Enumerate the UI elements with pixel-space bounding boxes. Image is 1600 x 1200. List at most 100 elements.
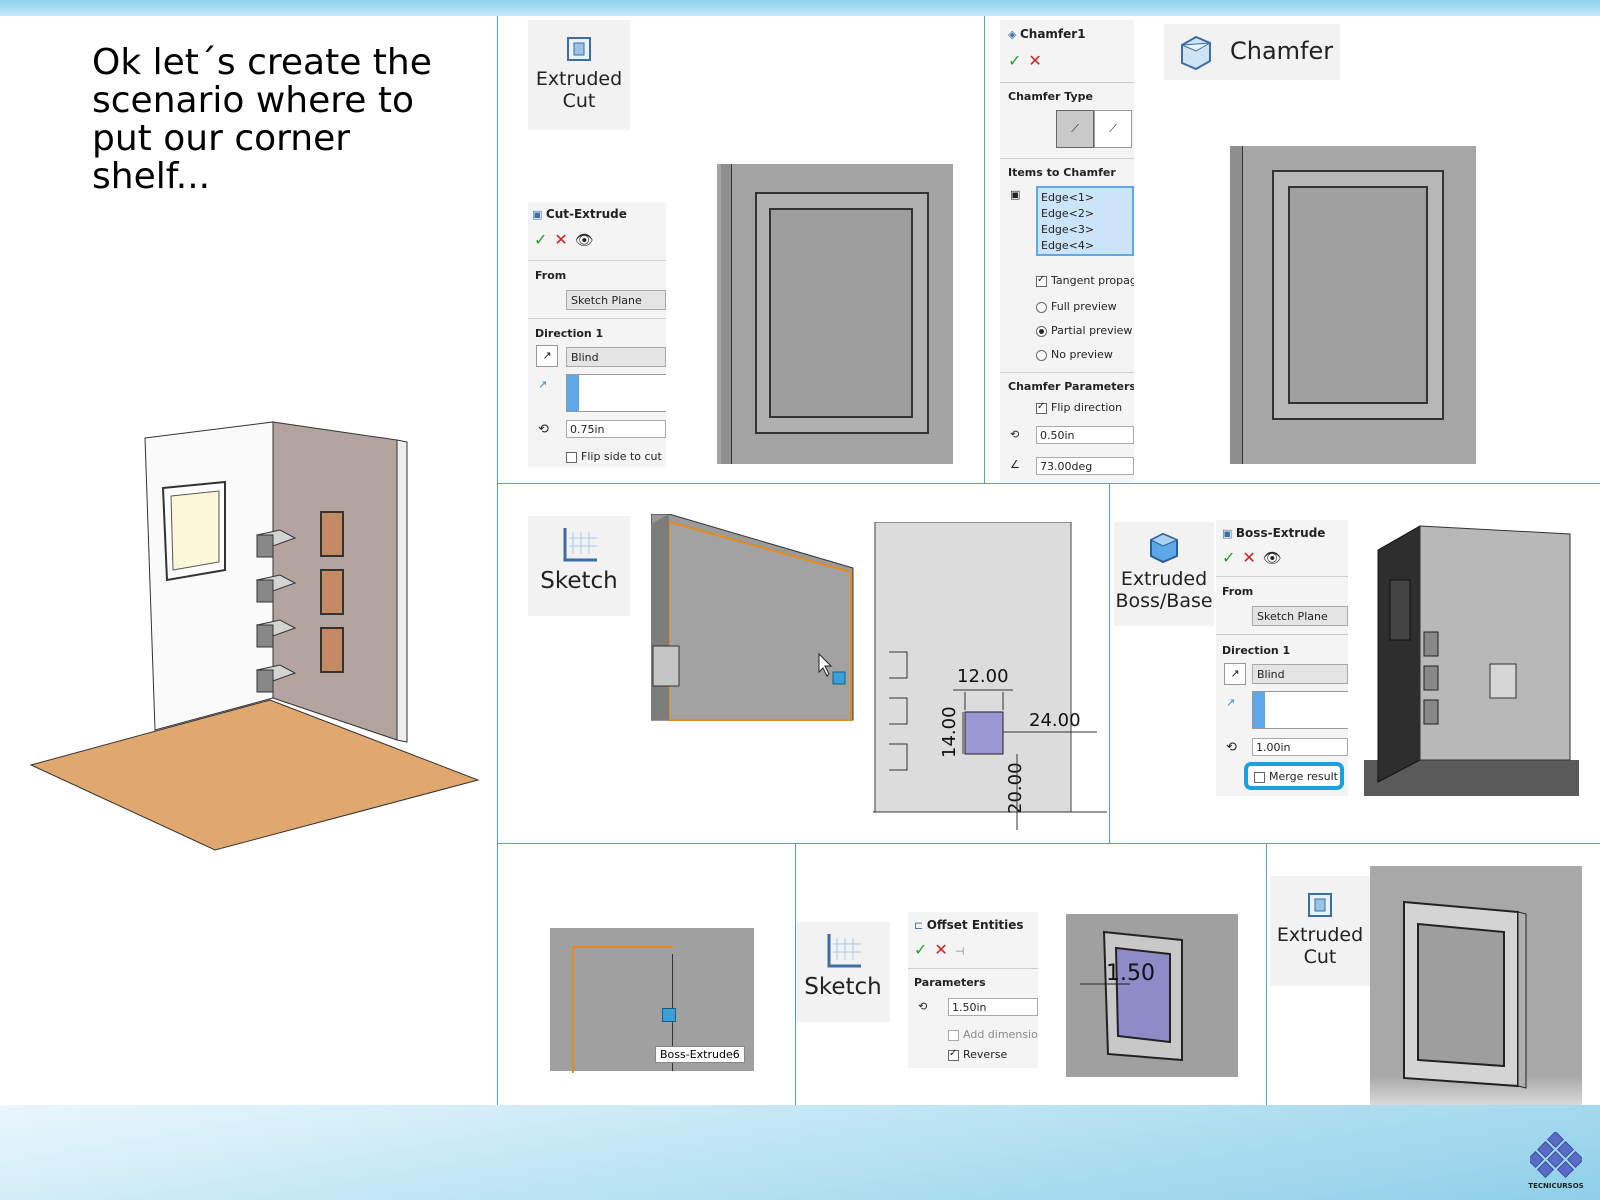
boss-result-viewport (1364, 520, 1579, 796)
boss-extrude-panel: ▣ Boss-Extrude ✓ ✕ 👁 From Sketch Plane D… (1216, 520, 1348, 796)
divider-top-mid (984, 16, 985, 484)
from-select[interactable]: Sketch Plane (566, 290, 666, 310)
depth-field[interactable]: 0.75in (566, 420, 666, 438)
edge-item[interactable]: Edge<2> (1041, 206, 1129, 222)
end-condition-select[interactable]: Blind (566, 347, 666, 367)
merge-result-highlight[interactable]: Merge result (1244, 762, 1344, 790)
no-preview-label: No preview (1051, 348, 1113, 361)
flip-direction-label: Flip direction (1051, 401, 1123, 414)
merge-result-checkbox[interactable] (1254, 771, 1265, 783)
left-wall (144, 421, 274, 731)
dim-height: 14.00 (939, 706, 960, 758)
ok-icon[interactable]: ✓ (914, 940, 927, 959)
extruded-cut-tool-2[interactable]: Extruded Cut (1270, 876, 1370, 986)
top-band (0, 0, 1600, 16)
depth-icon: ⟲ (538, 422, 549, 437)
cancel-icon[interactable]: ✕ (1242, 548, 1255, 567)
boss-direction-selection-box[interactable] (1252, 691, 1348, 729)
sketch-label-2: Sketch (804, 974, 882, 1000)
ok-icon[interactable]: ✓ (1222, 548, 1235, 567)
edge-item[interactable]: Edge<1> (1041, 190, 1129, 206)
sketch-dimensions-viewport: 12.00 24.00 14.00 20.00 (873, 522, 1107, 830)
tangent-label: Tangent propag (1051, 274, 1134, 287)
eye-icon[interactable]: 👁 (575, 231, 594, 249)
reverse-direction-icon[interactable]: ↗ (536, 345, 558, 367)
cut-extrude-icon: ▣ (532, 208, 543, 221)
sketch-tool[interactable]: Sketch (528, 516, 630, 616)
offset-distance-icon: ⟲ (918, 1000, 928, 1013)
cursor-icon (832, 671, 846, 685)
direction-selection-box[interactable] (566, 374, 666, 412)
angle-distance-type-icon[interactable]: ⟋ (1056, 110, 1094, 148)
divider-row1 (497, 483, 1600, 484)
flip-side-label: Flip side to cut (581, 450, 662, 463)
items-label: Items to Chamfer (1008, 166, 1116, 179)
boss-depth-icon: ⟲ (1226, 740, 1237, 755)
pin-icon[interactable]: ⊣ (955, 945, 965, 958)
cut-extrude-panel: ▣ Cut-Extrude ✓ ✕ 👁 From Sketch Plane Di… (528, 202, 666, 467)
sketch-icon (563, 528, 597, 562)
reverse-checkbox[interactable]: ✓ (948, 1048, 959, 1061)
boss-depth-field[interactable]: 1.00in (1252, 738, 1348, 756)
sketch-label: Sketch (540, 568, 618, 594)
offset-distance-field[interactable]: 1.50in (948, 998, 1038, 1016)
offset-entities-panel: ⊏ Offset Entities ✓ ✕ ⊣ Parameters ⟲ 1.5… (908, 912, 1038, 1068)
slide-heading: Ok let´s create the scenario where to pu… (92, 42, 432, 197)
extruded-cut-icon (567, 37, 591, 61)
cancel-icon[interactable]: ✕ (934, 940, 947, 959)
offset-icon: ⊏ (914, 919, 924, 932)
sketch-tool-2[interactable]: Sketch (796, 922, 890, 1022)
full-preview-label: Full preview (1051, 300, 1117, 313)
partial-preview-label: Partial preview (1051, 324, 1133, 337)
cancel-icon[interactable]: ✕ (554, 230, 567, 249)
corner-room-illustration (29, 421, 480, 851)
direction-arrow-icon: ↗ (538, 378, 548, 391)
divider-left (497, 16, 498, 1146)
edges-list[interactable]: Edge<1> Edge<2> Edge<3> Edge<4> (1036, 186, 1134, 256)
ok-icon[interactable]: ✓ (1008, 51, 1021, 70)
boss-direction-label: Direction 1 (1222, 644, 1291, 657)
eye-icon[interactable]: 👁 (1263, 549, 1282, 567)
no-preview-radio[interactable] (1036, 349, 1047, 361)
cancel-icon[interactable]: ✕ (1028, 51, 1041, 70)
boss-from-select[interactable]: Sketch Plane (1252, 606, 1348, 626)
from-label: From (535, 269, 567, 282)
extruded-cut-label-2: Extruded Cut (1276, 924, 1364, 968)
full-preview-radio[interactable] (1036, 301, 1047, 313)
chamfer-distance-field[interactable]: 0.50in (1036, 426, 1134, 444)
boss-from-label: From (1222, 585, 1254, 598)
chamfer-tool[interactable]: Chamfer (1164, 24, 1340, 80)
chamfer-icon (1181, 35, 1211, 71)
bottom-band (0, 1105, 1600, 1200)
offset-dimension: 1.50 (1106, 961, 1155, 986)
sketch-face-viewport (651, 514, 854, 721)
tangent-checkbox[interactable]: ✓ (1036, 274, 1047, 287)
extruded-boss-tool[interactable]: Extruded Boss/Base (1114, 522, 1214, 626)
wall-pictures (320, 511, 344, 673)
chamfer-panel: ◈ Chamfer1 ✓ ✕ Chamfer Type ⟋ ⟋ Items to… (1000, 20, 1134, 482)
chamfer-angle-field[interactable]: 73.00deg (1036, 457, 1134, 475)
reverse-label: Reverse (963, 1048, 1008, 1061)
flip-side-checkbox[interactable] (566, 451, 577, 463)
offset-result-viewport: 1.50 (1066, 914, 1238, 1077)
selection-viewport: Boss-Extrude6 (550, 928, 754, 1073)
edge-item[interactable]: Edge<4> (1041, 238, 1129, 254)
merge-result-label: Merge result (1269, 770, 1338, 783)
logo-text: TECNICURSOS (1528, 1182, 1584, 1190)
distance-distance-type-icon[interactable]: ⟋ (1094, 110, 1132, 148)
chamfer-result-viewport (1230, 146, 1476, 464)
edge-item[interactable]: Edge<3> (1041, 222, 1129, 238)
ok-icon[interactable]: ✓ (534, 230, 547, 249)
cut-result-viewport (717, 164, 953, 464)
cursor-icon (662, 1008, 676, 1022)
flip-direction-checkbox[interactable]: ✓ (1036, 401, 1047, 414)
dim-width: 12.00 (957, 666, 1009, 687)
boss-reverse-direction-icon[interactable]: ↗ (1224, 663, 1246, 685)
add-dimension-checkbox[interactable] (948, 1029, 959, 1041)
boss-direction-arrow-icon: ↗ (1226, 696, 1236, 709)
add-dimension-label: Add dimension (963, 1028, 1038, 1041)
boss-end-condition-select[interactable]: Blind (1252, 664, 1348, 684)
partial-preview-radio[interactable] (1036, 325, 1047, 337)
chamfer-tool-label: Chamfer (1230, 37, 1334, 65)
extruded-cut-tool[interactable]: Extruded Cut (528, 20, 630, 130)
